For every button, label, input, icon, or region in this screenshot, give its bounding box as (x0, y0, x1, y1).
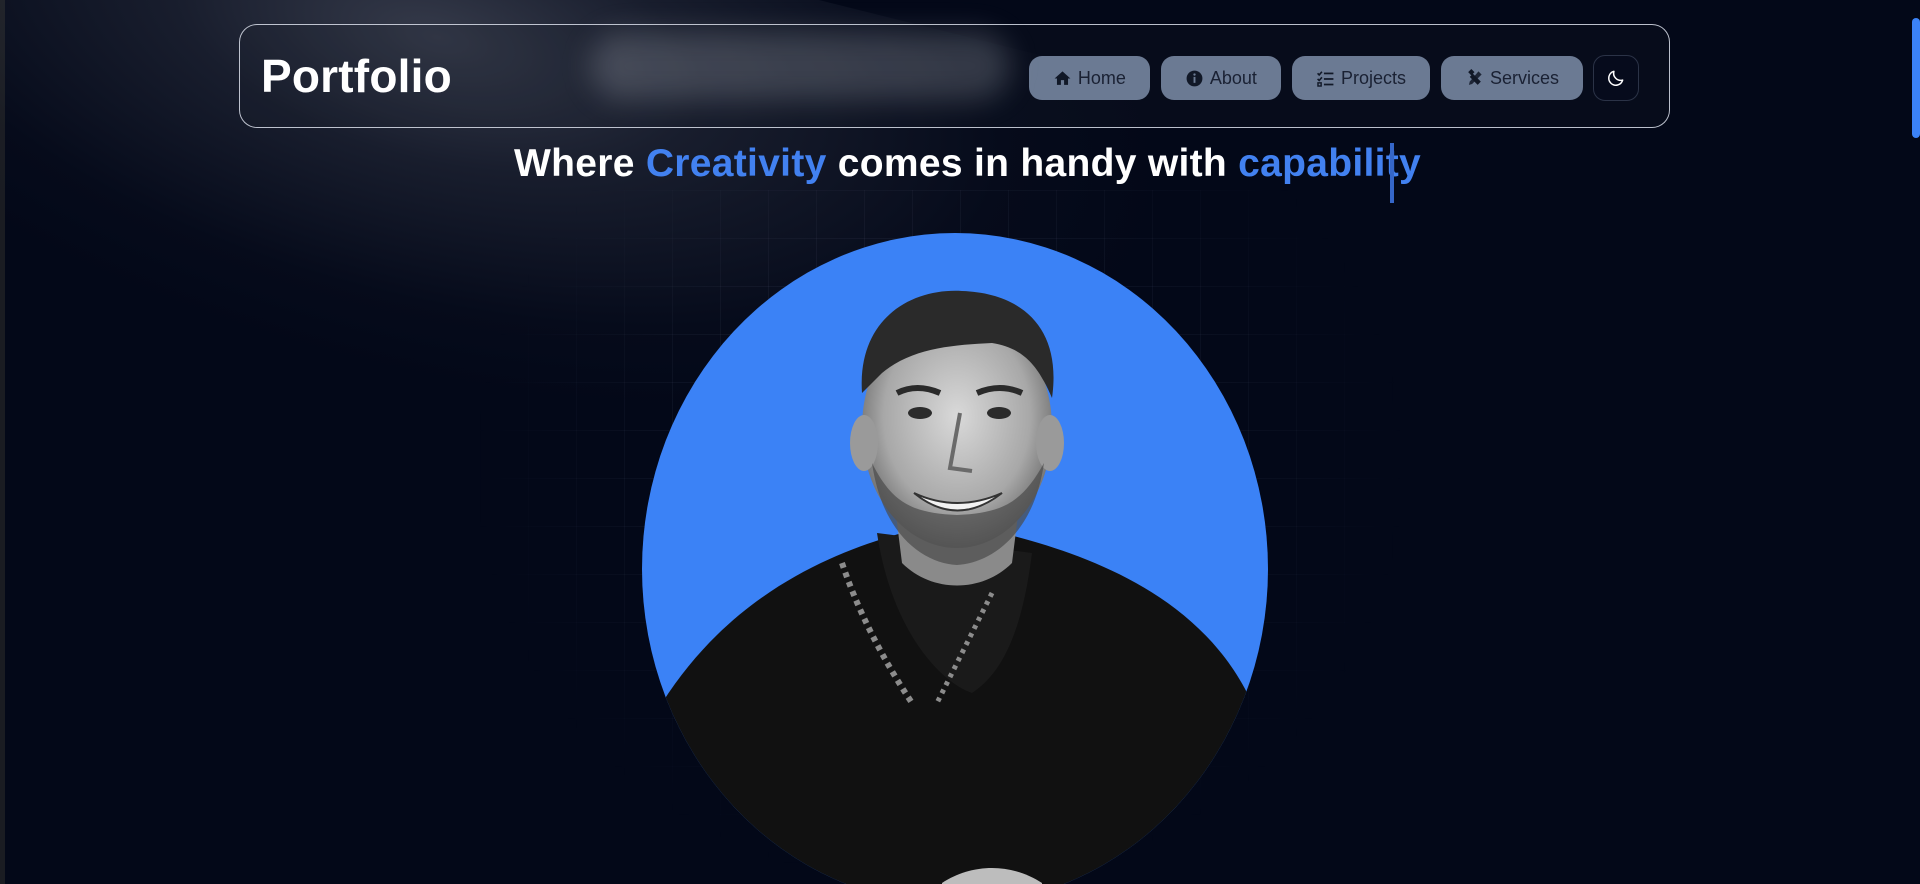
home-icon (1054, 70, 1071, 85)
headline-text-2: comes in handy with (837, 142, 1227, 185)
tools-icon (1468, 68, 1482, 85)
window-edge (0, 0, 5, 884)
hero-headline: Where Creativity comes in handy with cap… (514, 142, 1421, 186)
checklist-icon (1316, 70, 1334, 87)
main-nav: Home About Projects Services (1028, 55, 1639, 101)
navbar: Portfolio Home About Projects Services (239, 24, 1670, 128)
nav-about-button[interactable]: About (1160, 56, 1281, 100)
nav-about-label: About (1209, 67, 1257, 88)
nav-services-label: Services (1489, 67, 1559, 88)
headline-accent-creativity: Creativity (645, 142, 827, 185)
nav-home-button[interactable]: Home (1028, 56, 1150, 100)
typing-cursor (1390, 143, 1394, 203)
scrollbar-thumb[interactable] (1912, 18, 1920, 138)
brand-logo[interactable]: Portfolio (261, 49, 452, 103)
info-circle-icon (1186, 70, 1203, 86)
portfolio-page: Portfolio Home About Projects Services W… (0, 0, 1920, 884)
nav-services-button[interactable]: Services (1440, 56, 1583, 100)
moon-icon (1608, 70, 1624, 86)
nav-projects-button[interactable]: Projects (1291, 56, 1430, 100)
theme-toggle-button[interactable] (1593, 55, 1639, 101)
nav-projects-label: Projects (1340, 67, 1406, 88)
profile-avatar (642, 233, 1268, 884)
profile-photo (644, 290, 1267, 884)
nav-home-label: Home (1077, 67, 1126, 88)
headline-text-1: Where (514, 142, 635, 185)
